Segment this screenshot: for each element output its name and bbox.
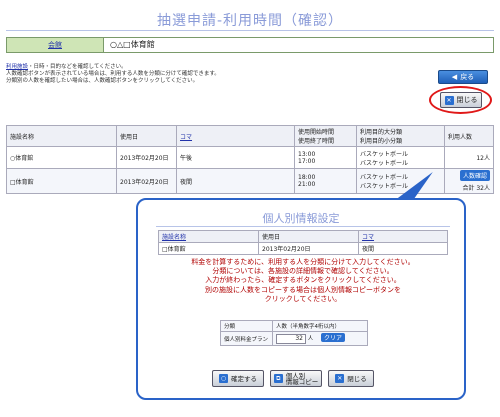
facility-help-link[interactable]: 利用施設 — [6, 64, 28, 70]
row1-purpose: バスケットボール バスケットボール — [356, 146, 445, 169]
message-line: 料金を計算するために、利用する人を分類に分けて入力してください。 — [191, 258, 415, 266]
row1-time: 13:00 17:00 — [294, 146, 357, 169]
page-title: 抽選申請-利用時間（確認） — [156, 13, 344, 29]
header-purpose: 利用目的大分類 利用目的小分類 — [356, 125, 445, 147]
dialog-header-facility-link[interactable]: 施設名称 — [158, 230, 259, 243]
instructions: 利用施設・日時・目的などを確認してください。 人数確認ボタンが表示されている場合… — [6, 64, 406, 86]
instruction-line-1: ・日時・目的などを確認してください。 — [28, 64, 127, 70]
close-icon: ✕ — [335, 374, 345, 383]
header-purpose-minor: 利用目的小分類 — [360, 138, 403, 145]
back-arrow-icon: ◀ — [451, 73, 458, 81]
plan-header-row: 分類 人数（半角数字4桁以内） — [220, 320, 368, 332]
row2-count: 合計 32人 — [462, 185, 490, 192]
row2-end: 21:00 — [298, 181, 316, 188]
confirm-icon: ○ — [219, 374, 228, 383]
dialog-row-facility: □体育館 — [158, 242, 259, 255]
row2-koma: 夜間 — [176, 168, 295, 194]
dialog-title-divider — [156, 226, 450, 227]
individual-info-dialog: 個人別情報設定 施設名称 使用日 コマ □体育館 2013年02月20日 夜間 … — [136, 198, 466, 400]
copy-info-button[interactable]: ⧉ 個人別 情報コピー — [270, 370, 322, 387]
confirm-button[interactable]: ○ 確定する — [212, 370, 264, 387]
back-button[interactable]: ◀ 戻る — [438, 70, 488, 84]
dialog-close-button[interactable]: ✕ 閉じる — [328, 370, 374, 387]
count-input[interactable]: 32 — [276, 334, 306, 344]
dialog-message: 料金を計算するために、利用する人を分類に分けて入力してください。 分類については… — [148, 258, 458, 304]
clear-button[interactable]: クリア — [321, 333, 346, 342]
dialog-facility-table: 施設名称 使用日 コマ □体育館 2013年02月20日 夜間 — [158, 230, 448, 255]
count-unit: 人 — [307, 336, 314, 342]
row2-time: 18:00 21:00 — [294, 168, 357, 194]
table-row: □体育館 2013年02月20日 夜間 — [158, 242, 448, 255]
facility-row: 会館 ○△□体育館 — [6, 37, 494, 53]
copy-label-line-2: 情報コピー — [285, 377, 319, 386]
row1-facility: ○体育館 — [6, 146, 117, 169]
row2-date: 2013年02月20日 — [116, 168, 177, 194]
row1-date: 2013年02月20日 — [116, 146, 177, 169]
message-line: クリックしてください。 — [264, 294, 342, 303]
dialog-row-date: 2013年02月20日 — [258, 242, 359, 255]
header-date: 使用日 — [116, 125, 177, 147]
back-button-label: 戻る — [460, 73, 475, 81]
row1-major: バスケットボール — [360, 150, 409, 158]
header-time: 使用開始時間 使用終了時間 — [294, 125, 357, 147]
header-count: 利用人数 — [444, 125, 494, 147]
row1-count: 12人 — [444, 146, 494, 169]
facility-value: ○△□体育館 — [110, 40, 155, 49]
row2-count-cell: 人数確認 合計 32人 — [444, 168, 494, 194]
dialog-close-label: 閉じる — [347, 374, 367, 383]
header-time-start: 使用開始時間 — [298, 129, 335, 136]
row2-major: バスケットボール — [360, 174, 409, 181]
instruction-line-3: 分類別の人数を確認したい場合は、人数確認ボタンをクリックしてください。 — [6, 78, 199, 85]
count-check-button[interactable]: 人数確認 — [459, 170, 490, 181]
dialog-header-row: 施設名称 使用日 コマ — [158, 230, 448, 243]
copy-button-label: 個人別 情報コピー — [285, 372, 319, 386]
facility-label-link[interactable]: 会館 — [7, 38, 104, 52]
copy-icon: ⧉ — [273, 374, 283, 383]
message-line: 別の施設に人数をコピーする場合は個人別情報コピーボタンを — [205, 285, 401, 294]
header-purpose-major: 利用目的大分類 — [360, 129, 403, 136]
table-row: ○体育館 2013年02月20日 午後 13:00 17:00 バスケットボール… — [6, 146, 494, 169]
instruction-line-2: 人数確認ボタンが表示されている場合は、利用する人数を分類に分けて確認できます。 — [6, 71, 220, 78]
confirm-button-label: 確定する — [231, 374, 257, 383]
plan-count-table: 分類 人数（半角数字4桁以内） 個人別料金プラン 32 人 クリア — [220, 320, 368, 346]
plan-header-count: 人数（半角数字4桁以内） — [272, 320, 368, 332]
row1-minor: バスケットボール — [360, 159, 409, 167]
title-divider — [6, 30, 494, 31]
dialog-header-koma-link[interactable]: コマ — [358, 230, 448, 243]
highlight-oval — [429, 86, 492, 114]
message-line: 入力が終わったら、確定するボタンをクリックしてください。 — [205, 276, 401, 285]
row1-end: 17:00 — [298, 157, 316, 165]
dialog-title: 個人別情報設定 — [262, 212, 340, 225]
row2-facility: □体育館 — [6, 168, 117, 194]
row2-start: 18:00 — [298, 174, 316, 181]
plan-row-input-cell: 32 人 クリア — [272, 331, 368, 346]
header-time-end: 使用終了時間 — [298, 138, 335, 145]
plan-row: 個人別料金プラン 32 人 クリア — [220, 331, 368, 346]
dialog-row-koma: 夜間 — [358, 242, 448, 255]
plan-row-label: 個人別料金プラン — [220, 331, 273, 346]
plan-header-category: 分類 — [220, 320, 273, 332]
row1-koma: 午後 — [176, 146, 295, 169]
header-facility: 施設名称 — [6, 125, 117, 147]
table-header-row: 施設名称 使用日 コマ 使用開始時間 使用終了時間 利用目的大分類 利用目的小分… — [6, 125, 494, 147]
header-koma-link[interactable]: コマ — [176, 125, 295, 147]
row1-start: 13:00 — [298, 150, 316, 158]
row2-minor: バスケットボール — [360, 183, 409, 190]
dialog-header-date: 使用日 — [258, 230, 359, 243]
